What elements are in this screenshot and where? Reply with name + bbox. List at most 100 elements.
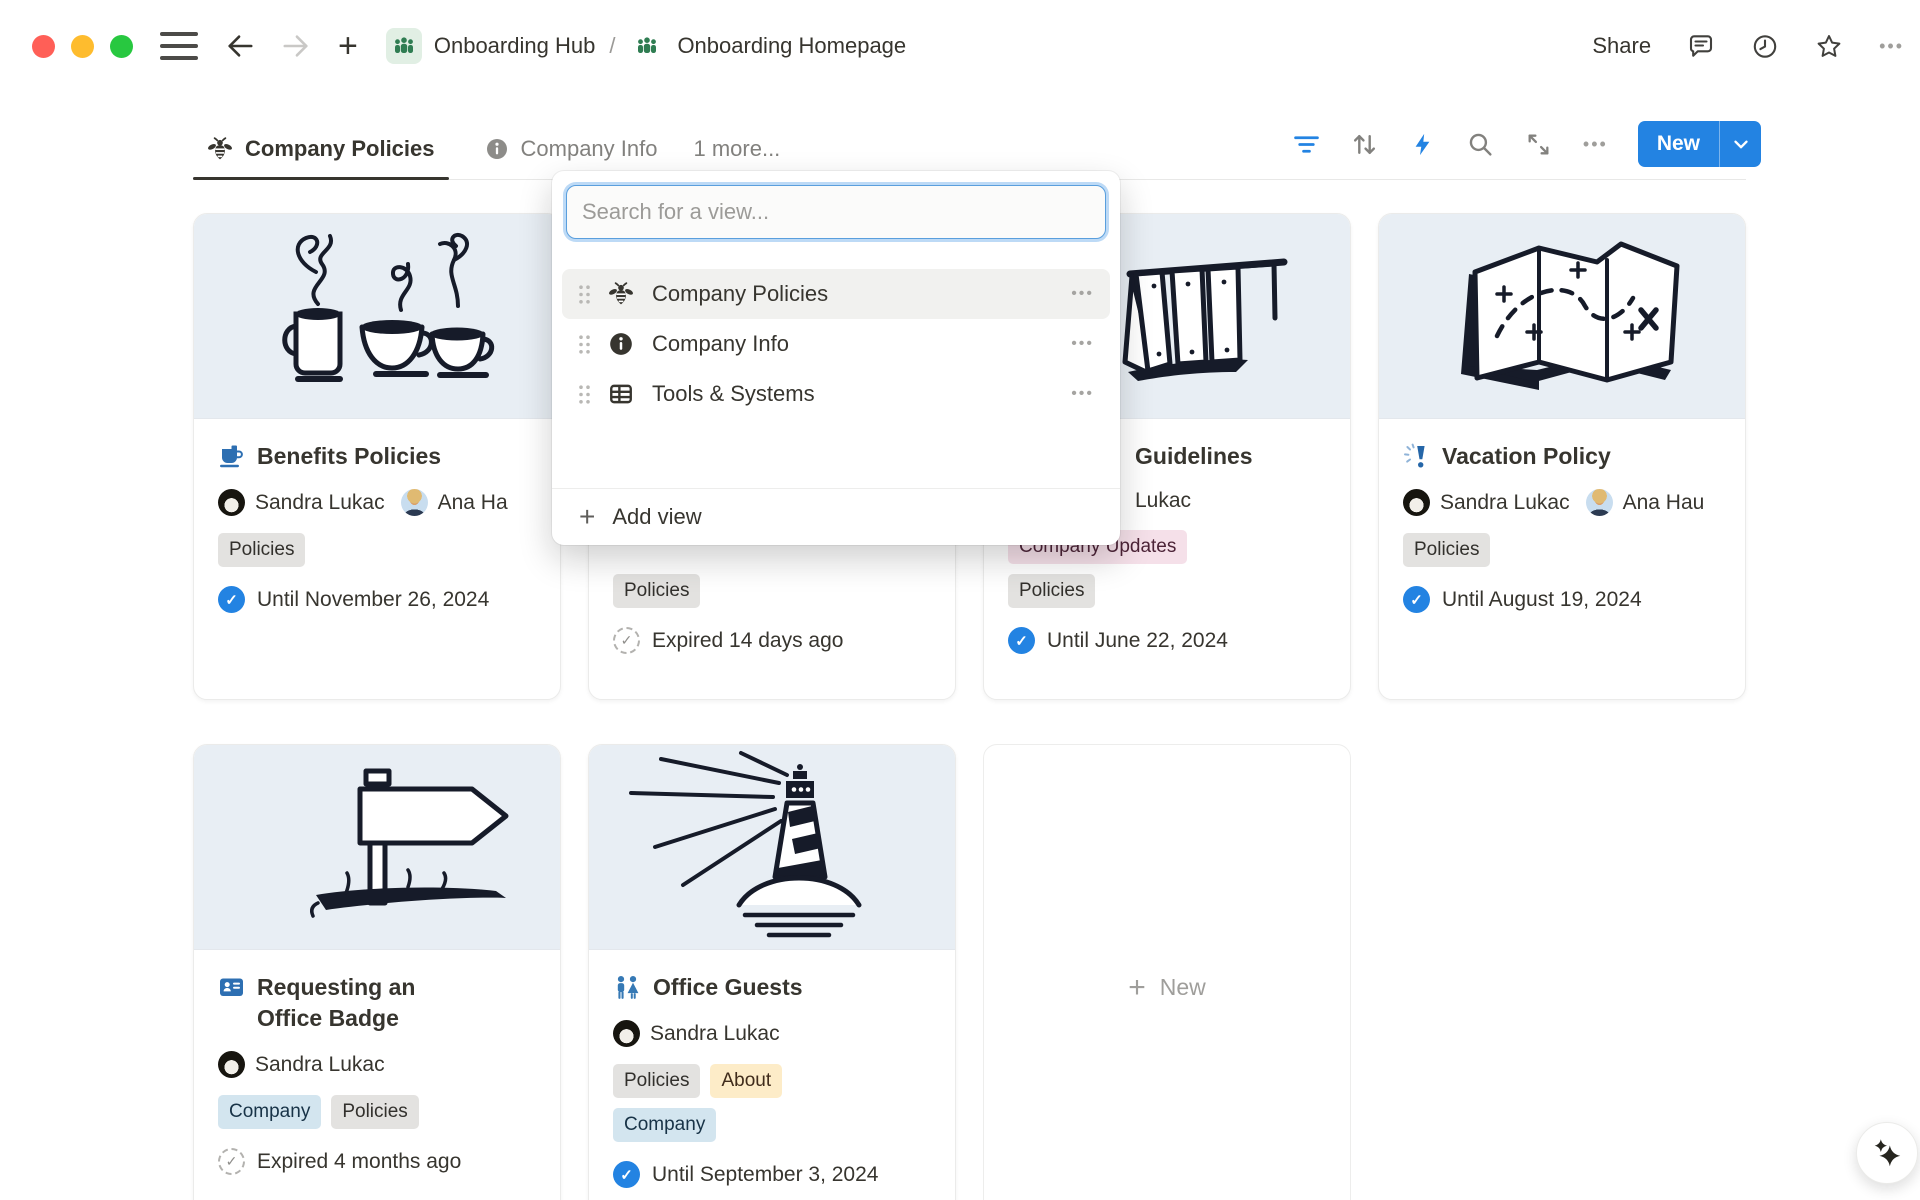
tab-label: Company Policies: [245, 136, 435, 162]
view-option-label: Company Policies: [652, 281, 1071, 307]
person-name: Sandra Lukac: [255, 1053, 385, 1077]
tag: Policies: [613, 1064, 700, 1098]
verified-badge-icon: ✓: [1403, 586, 1430, 613]
drag-handle-icon[interactable]: [578, 384, 591, 405]
bee-icon: [608, 281, 634, 307]
card-vacation-policy[interactable]: Vacation Policy Sandra Lukac Ana Hau Pol…: [1378, 213, 1746, 700]
search-icon[interactable]: [1467, 130, 1495, 158]
view-option-menu-icon[interactable]: •••: [1071, 285, 1094, 303]
card-benefits-policies[interactable]: Benefits Policies Sandra Lukac Ana Ha Po…: [193, 213, 561, 700]
person-name: Sandra Lukac: [650, 1022, 780, 1046]
sidebar-menu-icon[interactable]: [160, 32, 198, 60]
tag: Policies: [1403, 533, 1490, 567]
status-text: Until August 19, 2024: [1442, 588, 1642, 612]
traffic-lights: [32, 35, 133, 58]
tag: Policies: [218, 533, 305, 567]
person: Lukac: [1135, 489, 1191, 513]
automation-bolt-icon[interactable]: [1409, 130, 1437, 158]
back-icon[interactable]: [226, 32, 254, 60]
tag: Company: [218, 1095, 321, 1129]
add-view-button[interactable]: + Add view: [552, 488, 1120, 545]
add-view-label: Add view: [612, 504, 701, 530]
view-option-company-info[interactable]: Company Info •••: [562, 319, 1110, 369]
filter-icon[interactable]: [1293, 130, 1321, 158]
avatar: [218, 1051, 245, 1078]
tag: Company: [613, 1108, 716, 1142]
card-title: Requesting an Office Badge: [257, 972, 435, 1034]
alert-exclamation-icon: [1403, 443, 1430, 470]
chevron-down-icon: [1730, 133, 1752, 155]
expand-view-icon[interactable]: [1525, 130, 1553, 158]
drag-handle-icon[interactable]: [578, 284, 591, 305]
breadcrumb-item[interactable]: Onboarding Homepage: [677, 33, 906, 59]
updates-clock-icon[interactable]: [1751, 32, 1779, 60]
new-card-placeholder[interactable]: + New: [983, 744, 1351, 1200]
sparkles-icon: [1869, 1135, 1905, 1171]
view-search-input[interactable]: [582, 199, 1090, 225]
zoom-window-button[interactable]: [110, 35, 133, 58]
view-option-menu-icon[interactable]: •••: [1071, 385, 1094, 403]
breadcrumb: Onboarding Hub / Onboarding Homepage: [386, 28, 906, 64]
view-option-label: Tools & Systems: [652, 381, 1071, 407]
tab-company-policies[interactable]: Company Policies: [193, 118, 449, 180]
person-name: Sandra Lukac: [255, 491, 385, 515]
verified-badge-icon: ✓: [218, 586, 245, 613]
drag-handle-icon[interactable]: [578, 334, 591, 355]
person: Ana Hau: [1586, 489, 1705, 516]
new-button[interactable]: New: [1638, 121, 1719, 167]
card-cover-mugs-drawing: [194, 214, 560, 419]
favorite-star-icon[interactable]: [1815, 32, 1843, 60]
verified-badge-icon: ✓: [613, 1161, 640, 1188]
ai-assistant-button[interactable]: [1856, 1122, 1918, 1184]
card-title: Vacation Policy: [1442, 441, 1611, 472]
status-text: Until September 3, 2024: [652, 1163, 878, 1187]
view-option-company-policies[interactable]: Company Policies •••: [562, 269, 1110, 319]
more-views-button[interactable]: 1 more...: [693, 136, 780, 162]
card-office-guests[interactable]: Office Guests Sandra Lukac Policies Abou…: [588, 744, 956, 1200]
person-name: Ana Hau: [1623, 491, 1705, 515]
minimize-window-button[interactable]: [71, 35, 94, 58]
view-option-menu-icon[interactable]: •••: [1071, 335, 1094, 353]
close-window-button[interactable]: [32, 35, 55, 58]
share-button[interactable]: Share: [1592, 33, 1651, 59]
status-row: ✓ Until August 19, 2024: [1403, 586, 1745, 613]
expired-check-icon: ✓: [218, 1148, 245, 1175]
new-button-group: New: [1638, 121, 1761, 167]
person: Sandra Lukac: [218, 1051, 385, 1078]
card-cover-signpost-drawing: [194, 745, 560, 950]
people-pair-icon: [613, 974, 641, 1001]
new-tab-icon[interactable]: +: [338, 29, 358, 63]
id-badge-icon: [218, 974, 245, 1001]
card-title: Office Guests: [653, 972, 803, 1003]
card-cover-lighthouse-drawing: [589, 745, 955, 950]
breadcrumb-separator: /: [607, 33, 617, 59]
person-name: Ana Ha: [438, 491, 508, 515]
more-options-icon[interactable]: •••: [1879, 36, 1904, 57]
card-office-badge[interactable]: Requesting an Office Badge Sandra Lukac …: [193, 744, 561, 1200]
comments-icon[interactable]: [1687, 32, 1715, 60]
status-text: Until June 22, 2024: [1047, 629, 1228, 653]
avatar: [401, 489, 428, 516]
avatar: [1586, 489, 1613, 516]
status-text: Expired 14 days ago: [652, 629, 843, 653]
view-more-options-icon[interactable]: •••: [1583, 134, 1608, 155]
new-button-chevron[interactable]: [1719, 121, 1761, 167]
people-group-icon: [629, 28, 665, 64]
plus-icon: +: [1128, 973, 1146, 1003]
card-cover-map-drawing: [1379, 214, 1745, 419]
view-option-tools-systems[interactable]: Tools & Systems •••: [562, 369, 1110, 419]
new-card-label: New: [1160, 974, 1206, 1001]
view-controls: ••• New: [1293, 121, 1761, 167]
view-option-label: Company Info: [652, 331, 1071, 357]
bee-icon: [207, 136, 233, 162]
forward-icon[interactable]: [282, 32, 310, 60]
person: Sandra Lukac: [613, 1020, 780, 1047]
tag: Policies: [1008, 574, 1095, 608]
breadcrumb-item[interactable]: Onboarding Hub: [434, 33, 595, 59]
card-row-2: Requesting an Office Badge Sandra Lukac …: [193, 744, 1746, 1200]
verified-badge-icon: ✓: [1008, 627, 1035, 654]
status-row: ✓ Until June 22, 2024: [1008, 627, 1350, 654]
person-name: Sandra Lukac: [1440, 491, 1570, 515]
sort-icon[interactable]: [1351, 130, 1379, 158]
info-icon: [485, 137, 509, 161]
